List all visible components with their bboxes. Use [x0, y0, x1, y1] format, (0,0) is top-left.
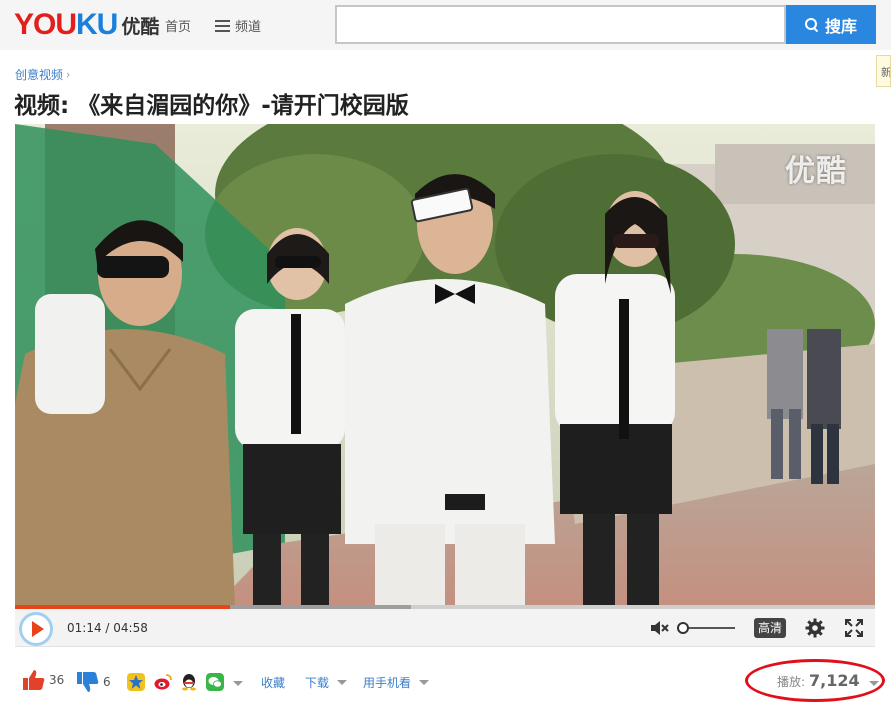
thumbs-down-icon	[77, 672, 99, 692]
weibo-icon[interactable]	[154, 673, 172, 691]
settings-gear-icon[interactable]	[805, 618, 825, 638]
video-frame	[15, 124, 875, 606]
chevron-right-icon: ›	[66, 68, 71, 81]
side-feedback-tab[interactable]: 新	[876, 55, 891, 87]
video-player-screen[interactable]: 优酷	[15, 124, 875, 606]
chevron-down-icon	[337, 680, 348, 685]
breadcrumb-category-link[interactable]: 创意视频	[15, 66, 63, 83]
logo-chinese: 优酷	[121, 15, 160, 38]
favorite-label: 收藏	[261, 676, 286, 690]
youku-logo[interactable]: YOUKU 优酷	[14, 8, 159, 42]
video-title: 视频: 《来自湄园的你》-请开门校园版	[14, 93, 409, 119]
search-icon	[804, 17, 819, 32]
time-display: 01:14 / 04:58	[67, 621, 148, 635]
duration: 04:58	[113, 621, 148, 635]
thumbs-up-icon	[23, 670, 45, 690]
qq-penguin-icon[interactable]	[180, 673, 198, 691]
dislike-count: 6	[103, 675, 111, 689]
breadcrumb: 创意视频 ›	[15, 66, 70, 83]
fullscreen-icon[interactable]	[845, 619, 863, 637]
share-more-chevron-down-icon[interactable]	[233, 681, 243, 686]
menu-icon	[215, 19, 230, 32]
search-button-label: 搜库	[824, 16, 857, 36]
download-label: 下载	[305, 676, 330, 690]
search-input[interactable]	[335, 5, 786, 44]
video-watermark: 优酷	[785, 154, 847, 189]
play-button[interactable]	[19, 612, 53, 646]
nav-channels-link[interactable]: 频道	[215, 16, 261, 35]
download-button[interactable]: 下载	[305, 674, 348, 691]
wechat-icon[interactable]	[206, 673, 224, 691]
player-controls: 01:14 / 04:58 高清	[15, 609, 875, 647]
like-count: 36	[49, 673, 65, 687]
watch-on-phone-button[interactable]: 用手机看	[363, 674, 430, 691]
highlight-annotation-ellipse	[745, 659, 885, 702]
chevron-down-icon	[419, 680, 430, 685]
quality-button[interactable]: 高清	[754, 618, 786, 638]
qzone-star-icon[interactable]	[127, 673, 145, 691]
watch-on-phone-label: 用手机看	[363, 676, 412, 690]
nav-channels-label: 频道	[235, 20, 262, 35]
nav-home-link[interactable]: 首页	[165, 16, 191, 35]
time-separator: /	[101, 621, 114, 635]
mute-icon[interactable]	[651, 620, 669, 636]
volume-slider[interactable]	[677, 622, 735, 634]
like-button[interactable]: 36	[22, 668, 64, 692]
volume-knob[interactable]	[677, 622, 689, 634]
favorite-button[interactable]: 收藏	[261, 674, 285, 691]
dislike-button[interactable]: 6	[76, 670, 111, 694]
top-bar: YOUKU 优酷 首页 频道 搜库	[0, 0, 891, 50]
search-button[interactable]: 搜库	[786, 5, 876, 44]
current-time: 01:14	[67, 621, 102, 635]
logo-wordmark: YOUKU	[14, 8, 118, 41]
play-icon	[31, 621, 44, 637]
